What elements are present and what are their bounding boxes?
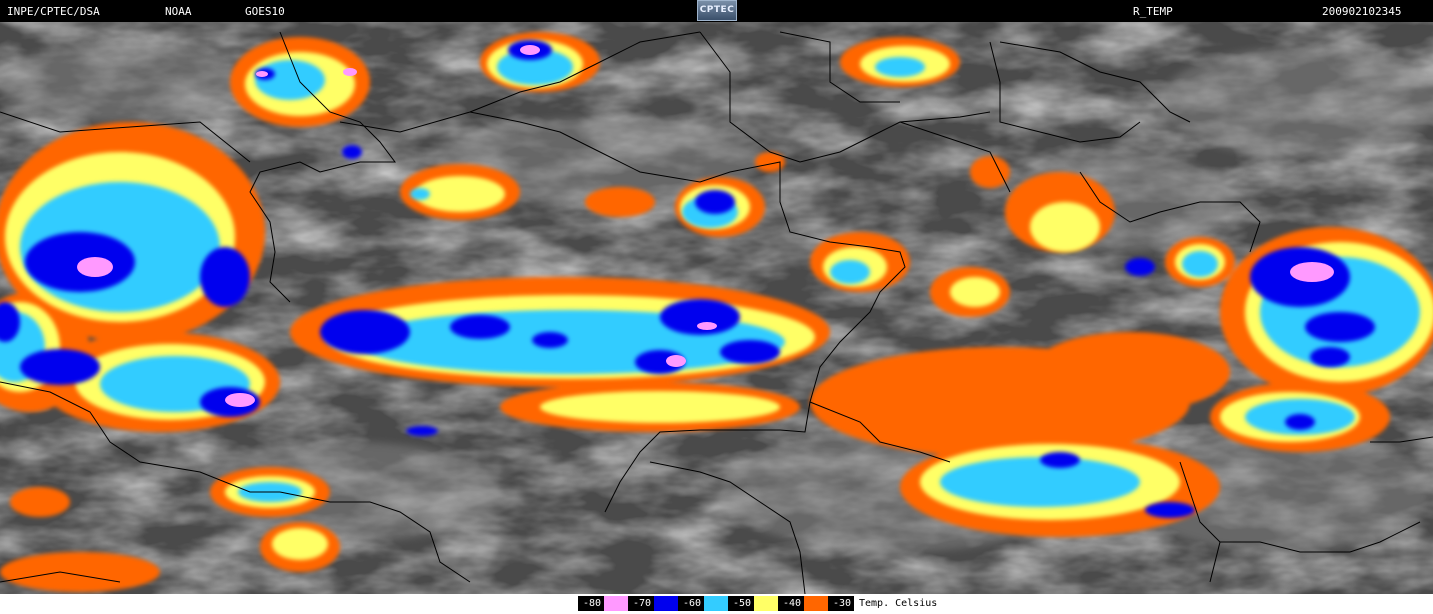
legend-item: -30: [828, 596, 854, 611]
legend-swatch: [654, 596, 678, 611]
satellite-image-frame: INPE/CPTEC/DSA NOAA GOES10 CPTEC R_TEMP …: [0, 0, 1433, 614]
legend-value: -40: [778, 596, 804, 611]
legend-value: -60: [678, 596, 704, 611]
legend-item: -40: [778, 596, 828, 611]
legend-value: -50: [728, 596, 754, 611]
cloud-top-temperature-map: [0, 22, 1433, 594]
infrared-satellite-map: [0, 22, 1433, 594]
legend-value: -70: [628, 596, 654, 611]
source-label: INPE/CPTEC/DSA: [7, 5, 100, 18]
legend-item: -50: [728, 596, 778, 611]
legend-swatch: [754, 596, 778, 611]
legend-value: -80: [578, 596, 604, 611]
legend-swatch: [804, 596, 828, 611]
legend-item: -60: [678, 596, 728, 611]
legend-item: -80: [578, 596, 628, 611]
legend-swatch: [604, 596, 628, 611]
legend-unit: Temp. Celsius: [859, 598, 938, 609]
legend-swatch: [704, 596, 728, 611]
header-bar: INPE/CPTEC/DSA NOAA GOES10 CPTEC R_TEMP …: [0, 0, 1433, 22]
satellite-label: GOES10: [245, 5, 285, 18]
legend-item: -70: [628, 596, 678, 611]
agency-label: NOAA: [165, 5, 192, 18]
cptec-logo: CPTEC: [697, 0, 737, 21]
product-label: R_TEMP: [1133, 5, 1173, 18]
temperature-legend: -80 -70 -60 -50 -40 -30 Temp. Celsius: [578, 596, 937, 611]
timestamp-label: 200902102345: [1322, 5, 1402, 18]
legend-value: -30: [828, 596, 854, 611]
